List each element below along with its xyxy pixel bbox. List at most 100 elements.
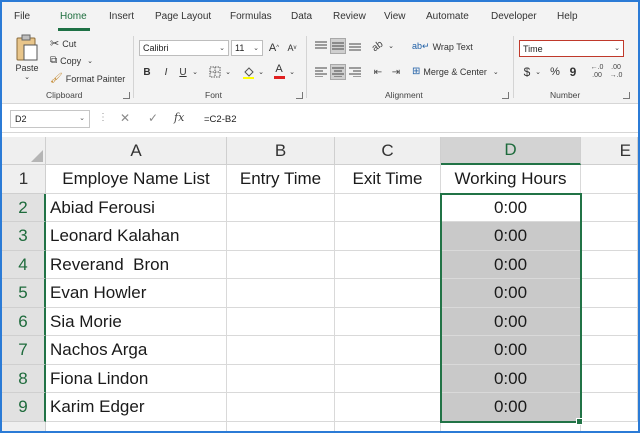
name-cell[interactable]: Reverand Bron [46, 251, 227, 279]
working-hours-cell[interactable]: 0:00 [441, 251, 581, 279]
bold-button[interactable]: B [140, 64, 154, 80]
entry-time-cell[interactable] [227, 279, 335, 308]
header-cell-employee-name[interactable]: Employe Name List [46, 165, 227, 194]
name-cell[interactable]: Karim Edger [46, 393, 227, 422]
font-color-chevron-down-icon[interactable]: ⌄ [288, 64, 296, 80]
alignment-launcher-icon[interactable] [502, 92, 509, 99]
working-hours-cell[interactable]: 0:00 [441, 393, 581, 422]
cell-e[interactable] [581, 393, 638, 422]
fill-color-button[interactable] [240, 64, 256, 80]
menu-view[interactable]: View [384, 11, 406, 22]
name-cell[interactable]: Sia Morie [46, 308, 227, 336]
exit-time-cell[interactable] [335, 365, 441, 393]
working-hours-cell[interactable]: 0:00 [441, 336, 581, 365]
font-size-select[interactable]: 11 ⌄ [231, 40, 263, 56]
exit-time-cell[interactable] [335, 336, 441, 365]
entry-time-cell[interactable] [227, 336, 335, 365]
row-header[interactable]: 4 [2, 251, 46, 279]
working-hours-cell[interactable]: 0:00 [441, 308, 581, 336]
column-header-d[interactable]: D [441, 137, 581, 165]
grow-font-button[interactable]: A ^ [267, 40, 281, 56]
name-box[interactable]: D2 ⌄ [10, 110, 90, 128]
insert-function-icon[interactable]: fx [174, 111, 184, 124]
cell-e[interactable] [581, 222, 638, 251]
paste-button[interactable]: Paste ⌄ [14, 34, 40, 81]
row-header[interactable]: 6 [2, 308, 46, 336]
align-left-button[interactable] [313, 64, 329, 80]
middle-align-button[interactable] [330, 38, 346, 54]
exit-time-cell[interactable] [335, 194, 441, 222]
row-header[interactable]: 8 [2, 365, 46, 393]
row-header[interactable]: 7 [2, 336, 46, 365]
percent-button[interactable]: % [548, 64, 562, 80]
menu-formulas[interactable]: Formulas [230, 11, 272, 22]
cell-partial[interactable] [335, 422, 441, 431]
clipboard-launcher-icon[interactable] [123, 92, 130, 99]
row-header[interactable]: 2 [2, 194, 46, 222]
exit-time-cell[interactable] [335, 308, 441, 336]
font-color-button[interactable]: A [271, 62, 287, 80]
entry-time-cell[interactable] [227, 365, 335, 393]
entry-time-cell[interactable] [227, 308, 335, 336]
menu-insert[interactable]: Insert [109, 11, 134, 22]
menu-help[interactable]: Help [557, 11, 578, 22]
currency-chevron-down-icon[interactable]: ⌄ [534, 64, 542, 80]
menu-page-layout[interactable]: Page Layout [155, 11, 211, 22]
orientation-chevron-down-icon[interactable]: ⌄ [387, 38, 395, 54]
entry-time-cell[interactable] [227, 194, 335, 222]
increase-decimal-button[interactable]: ←.0.00 [589, 63, 605, 81]
cell-partial[interactable] [227, 422, 335, 431]
cell-e[interactable] [581, 279, 638, 308]
orientation-button[interactable]: ab [370, 38, 386, 54]
cell-partial[interactable] [46, 422, 227, 431]
name-cell[interactable]: Nachos Arga [46, 336, 227, 365]
formula-input[interactable]: =C2-B2 [202, 110, 634, 128]
enter-check-icon[interactable]: ✓ [148, 111, 158, 125]
number-launcher-icon[interactable] [623, 92, 630, 99]
copy-button[interactable]: ⧉ Copy ⌄ [50, 55, 93, 66]
increase-indent-button[interactable]: ⇥ [388, 64, 404, 80]
menu-automate[interactable]: Automate [426, 11, 469, 22]
header-cell-exit-time[interactable]: Exit Time [335, 165, 441, 194]
name-cell[interactable]: Evan Howler [46, 279, 227, 308]
header-cell-entry-time[interactable]: Entry Time [227, 165, 335, 194]
comma-style-button[interactable]: 9 [566, 64, 580, 80]
exit-time-cell[interactable] [335, 393, 441, 422]
cell-e[interactable] [581, 194, 638, 222]
align-right-button[interactable] [347, 64, 363, 80]
row-header[interactable]: 1 [2, 165, 46, 194]
wrap-text-button[interactable]: ab↵ Wrap Text [412, 41, 473, 52]
cut-button[interactable]: ✂ Cut [50, 37, 76, 50]
font-launcher-icon[interactable] [296, 92, 303, 99]
menu-home[interactable]: Home [60, 11, 87, 22]
menu-data[interactable]: Data [291, 11, 312, 22]
name-cell[interactable]: Leonard Kalahan [46, 222, 227, 251]
top-align-button[interactable] [313, 38, 329, 54]
borders-chevron-down-icon[interactable]: ⌄ [224, 64, 232, 80]
cell-partial[interactable] [441, 422, 581, 431]
working-hours-cell[interactable]: 0:00 [441, 279, 581, 308]
column-header-e[interactable]: E [581, 137, 638, 165]
decrease-indent-button[interactable]: ⇤ [370, 64, 386, 80]
name-cell[interactable]: Abiad Ferousi [46, 194, 227, 222]
working-hours-cell[interactable]: 0:00 [441, 222, 581, 251]
exit-time-cell[interactable] [335, 251, 441, 279]
menu-developer[interactable]: Developer [491, 11, 537, 22]
menu-file[interactable]: File [14, 11, 30, 22]
row-header[interactable]: 5 [2, 279, 46, 308]
fill-color-chevron-down-icon[interactable]: ⌄ [257, 64, 265, 80]
underline-chevron-down-icon[interactable]: ⌄ [191, 64, 199, 80]
underline-button[interactable]: U [176, 64, 190, 80]
decrease-decimal-button[interactable]: .00 →.0 [608, 63, 624, 81]
column-header-b[interactable]: B [227, 137, 335, 165]
cancel-icon[interactable]: ✕ [120, 111, 130, 125]
number-format-select[interactable]: Time ⌄ [519, 40, 624, 57]
row-header[interactable]: 3 [2, 222, 46, 251]
cell-e[interactable] [581, 336, 638, 365]
align-center-button[interactable] [330, 64, 346, 80]
bottom-align-button[interactable] [347, 38, 363, 54]
merge-center-button[interactable]: ⊞ Merge & Center ⌄ [412, 66, 499, 77]
entry-time-cell[interactable] [227, 251, 335, 279]
column-header-c[interactable]: C [335, 137, 441, 165]
menu-review[interactable]: Review [333, 11, 366, 22]
